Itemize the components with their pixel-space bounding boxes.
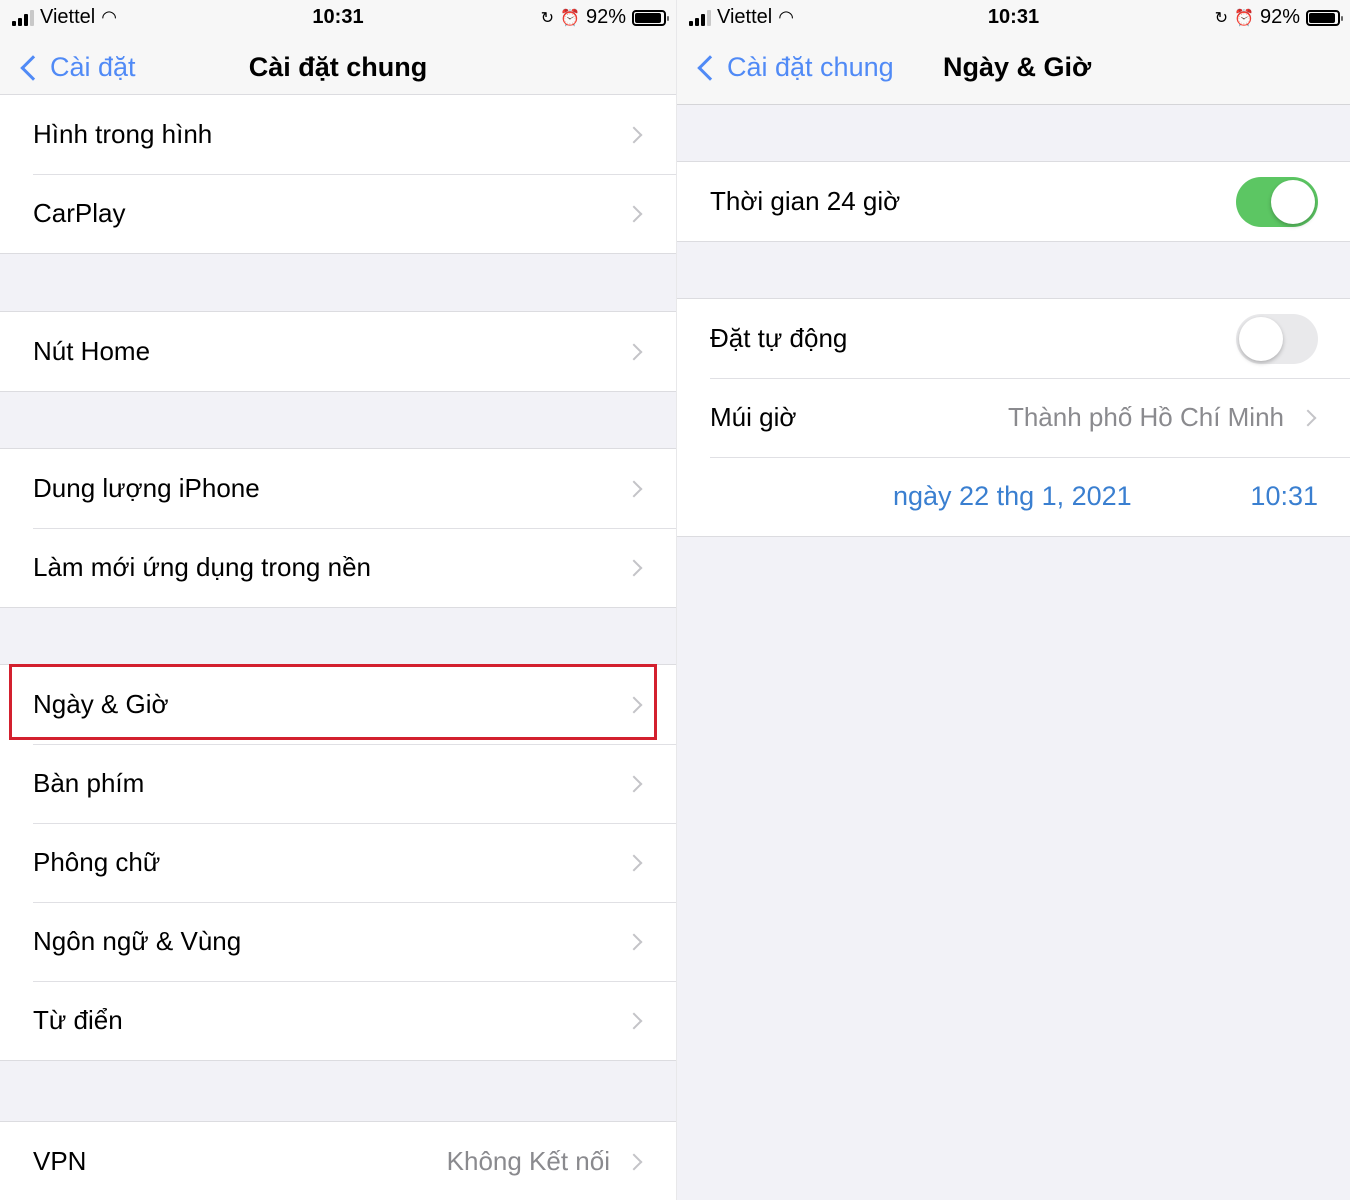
- battery-icon: [632, 9, 669, 26]
- date-time-picker-row: ngày 22 thg 1, 2021 10:31: [677, 457, 1350, 536]
- page-title: Cài đặt chung: [248, 52, 428, 82]
- time-zone-value: Thành phố Hồ Chí Minh: [1007, 402, 1284, 432]
- item-label: Nút Home: [33, 336, 151, 366]
- alarm-icon: ⏰: [1234, 9, 1254, 27]
- chevron-right-icon: [625, 1012, 643, 1029]
- item-label: CarPlay: [33, 198, 126, 228]
- settings-item-vpn[interactable]: VPN Không Kết nối: [0, 1122, 676, 1200]
- item-label: Hình trong hình: [33, 119, 213, 149]
- settings-item-date-time[interactable]: Ngày & Giờ: [0, 665, 676, 744]
- back-label: Cài đặt chung: [727, 52, 894, 82]
- item-label: Thời gian 24 giờ: [710, 186, 901, 216]
- item-label: VPN: [33, 1146, 87, 1176]
- settings-group: Dung lượng iPhone Làm mới ứng dụng trong…: [0, 448, 676, 608]
- item-label: Bàn phím: [33, 768, 145, 798]
- item-label: Đặt tự động: [710, 323, 848, 353]
- setting-24-hour-time: Thời gian 24 giờ: [677, 162, 1350, 241]
- toggle-24-hour[interactable]: [1236, 176, 1318, 227]
- battery-icon: [1306, 9, 1343, 26]
- setting-set-automatically: Đặt tự động: [677, 299, 1350, 378]
- settings-group: VPN Không Kết nối: [0, 1121, 676, 1200]
- toggle-knob: [1239, 316, 1283, 361]
- chevron-right-icon: [625, 1153, 643, 1170]
- settings-item-language-region[interactable]: Ngôn ngữ & Vùng: [0, 902, 676, 981]
- chevron-left-icon: [697, 54, 723, 81]
- settings-group: Thời gian 24 giờ: [677, 161, 1350, 242]
- setting-time-zone[interactable]: Múi giờ Thành phố Hồ Chí Minh: [677, 378, 1350, 457]
- nav-bar: Cài đặt chung Ngày & Giờ: [677, 34, 1350, 105]
- settings-item-carplay[interactable]: CarPlay: [0, 174, 676, 253]
- general-settings-screen: Viettel ◠ 10:31 ↻ ⏰ 92% Cài đặt Cài đặt …: [0, 0, 677, 1200]
- back-button[interactable]: Cài đặt chung: [695, 52, 894, 83]
- chevron-right-icon: [625, 559, 643, 576]
- settings-item-home-button[interactable]: Nút Home: [0, 312, 676, 391]
- settings-item-picture-in-picture[interactable]: Hình trong hình: [0, 95, 676, 174]
- settings-item-fonts[interactable]: Phông chữ: [0, 823, 676, 902]
- page-title: Ngày & Giờ: [943, 52, 1092, 82]
- chevron-right-icon: [625, 933, 643, 950]
- status-bar: Viettel ◠ 10:31 ↻ ⏰ 92%: [0, 0, 676, 34]
- item-label: Phông chữ: [33, 847, 161, 877]
- item-label: Làm mới ứng dụng trong nền: [33, 552, 371, 582]
- item-label: Múi giờ: [710, 402, 797, 432]
- item-label: Từ điển: [33, 1005, 123, 1035]
- item-label: Ngôn ngữ & Vùng: [33, 926, 242, 956]
- chevron-right-icon: [625, 854, 643, 871]
- battery-percent: 92%: [585, 6, 626, 28]
- settings-group: Hình trong hình CarPlay: [0, 94, 676, 254]
- item-label: Ngày & Giờ: [33, 689, 169, 719]
- chevron-right-icon: [625, 205, 643, 222]
- toggle-set-automatically[interactable]: [1236, 313, 1318, 364]
- status-bar: Viettel ◠ 10:31 ↻ ⏰ 92%: [677, 0, 1350, 34]
- settings-group: Đặt tự động Múi giờ Thành phố Hồ Chí Min…: [677, 298, 1350, 537]
- vpn-status: Không Kết nối: [446, 1146, 610, 1176]
- item-label: Dung lượng iPhone: [33, 473, 260, 503]
- alarm-icon: ⏰: [560, 9, 580, 27]
- settings-item-dictionary[interactable]: Từ điển: [0, 981, 676, 1060]
- toggle-knob: [1271, 179, 1315, 224]
- date-time-screen: Viettel ◠ 10:31 ↻ ⏰ 92% Cài đặt chung Ng…: [677, 0, 1350, 1200]
- chevron-right-icon: [1299, 409, 1317, 426]
- settings-group: Ngày & Giờ Bàn phím Phông chữ Ngôn ngữ &…: [0, 664, 676, 1061]
- settings-item-iphone-storage[interactable]: Dung lượng iPhone: [0, 449, 676, 528]
- settings-item-keyboard[interactable]: Bàn phím: [0, 744, 676, 823]
- rotation-lock-icon: ↻: [540, 9, 555, 27]
- chevron-right-icon: [625, 775, 643, 792]
- battery-percent: 92%: [1259, 6, 1300, 28]
- settings-group: Nút Home: [0, 311, 676, 392]
- date-value[interactable]: ngày 22 thg 1, 2021: [893, 481, 1132, 512]
- chevron-right-icon: [625, 696, 643, 713]
- chevron-right-icon: [625, 343, 643, 360]
- chevron-right-icon: [625, 480, 643, 497]
- time-value[interactable]: 10:31: [1250, 481, 1318, 512]
- chevron-right-icon: [625, 126, 643, 143]
- settings-item-background-refresh[interactable]: Làm mới ứng dụng trong nền: [0, 528, 676, 607]
- rotation-lock-icon: ↻: [1214, 9, 1229, 27]
